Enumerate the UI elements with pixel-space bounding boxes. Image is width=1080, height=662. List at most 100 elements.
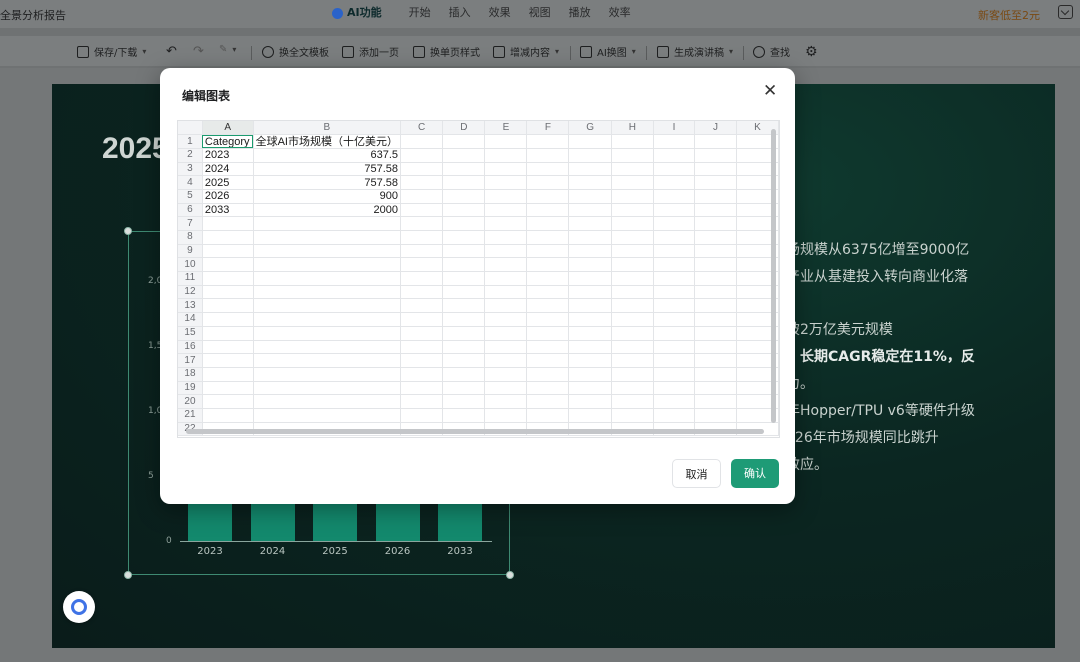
- sheet-cell[interactable]: [253, 230, 402, 245]
- row-header[interactable]: 1: [178, 134, 203, 149]
- sheet-cell[interactable]: [484, 230, 528, 245]
- sheet-cell[interactable]: [484, 340, 528, 355]
- sheet-cell[interactable]: [484, 162, 528, 177]
- sheet-cell[interactable]: [568, 367, 612, 382]
- sheet-cell[interactable]: [568, 326, 612, 341]
- sheet-cell[interactable]: [611, 148, 654, 163]
- sheet-cell[interactable]: [442, 394, 486, 409]
- sheet-cell[interactable]: [568, 381, 612, 396]
- sheet-cell[interactable]: [653, 367, 696, 382]
- sheet-cell[interactable]: [484, 271, 528, 286]
- sheet-cell[interactable]: [400, 408, 444, 423]
- row-header[interactable]: 15: [178, 326, 203, 341]
- sheet-cell[interactable]: [694, 394, 737, 409]
- sheet-cell[interactable]: [484, 408, 528, 423]
- sheet-cell[interactable]: [568, 230, 612, 245]
- sheet-cell[interactable]: [526, 326, 570, 341]
- sheet-cell[interactable]: [611, 285, 654, 300]
- sheet-cell[interactable]: [694, 353, 737, 368]
- column-header[interactable]: I: [653, 121, 696, 136]
- generate-speech-button[interactable]: 生成演讲稿 ▾: [657, 44, 733, 59]
- row-header[interactable]: 20: [178, 394, 203, 409]
- sheet-cell[interactable]: [526, 271, 570, 286]
- sheet-cell[interactable]: [611, 216, 654, 231]
- sheet-cell[interactable]: [611, 312, 654, 327]
- row-header[interactable]: 5: [178, 189, 203, 204]
- sheet-cell[interactable]: [653, 216, 696, 231]
- sheet-cell[interactable]: [202, 312, 254, 327]
- sheet-cell[interactable]: [442, 353, 486, 368]
- sheet-cell[interactable]: [568, 148, 612, 163]
- sheet-cell[interactable]: [526, 340, 570, 355]
- sheet-cell[interactable]: [568, 175, 612, 190]
- sheet-cell[interactable]: [526, 203, 570, 218]
- row-header[interactable]: 21: [178, 408, 203, 423]
- resize-handle[interactable]: [124, 227, 132, 235]
- sheet-cell[interactable]: [400, 230, 444, 245]
- sheet-cell[interactable]: [484, 189, 528, 204]
- sheet-cell[interactable]: [442, 257, 486, 273]
- sheet-cell[interactable]: [253, 381, 402, 396]
- sheet-corner[interactable]: [178, 121, 203, 136]
- sheet-cell[interactable]: 2026: [202, 189, 254, 204]
- sheet-cell[interactable]: [253, 353, 402, 368]
- sheet-cell[interactable]: [653, 271, 696, 286]
- sheet-cell[interactable]: [253, 244, 402, 259]
- assistant-floating-button[interactable]: [63, 591, 95, 623]
- sheet-cell[interactable]: [442, 189, 486, 204]
- sheet-cell[interactable]: [442, 312, 486, 327]
- menu-efficiency[interactable]: 效率: [600, 5, 640, 21]
- menu-view[interactable]: 视图: [520, 5, 560, 21]
- sheet-cell[interactable]: [694, 134, 737, 149]
- sheet-cell[interactable]: [694, 257, 737, 273]
- sheet-cell[interactable]: [526, 298, 570, 314]
- sheet-cell[interactable]: [253, 216, 402, 231]
- sheet-cell[interactable]: [484, 216, 528, 231]
- sheet-cell[interactable]: [694, 230, 737, 245]
- sheet-cell[interactable]: [484, 148, 528, 163]
- sheet-cell[interactable]: [253, 271, 402, 286]
- ai-change-image-button[interactable]: AI换图 ▾: [580, 44, 636, 59]
- close-icon[interactable]: ✕: [763, 83, 777, 100]
- sheet-cell[interactable]: [611, 230, 654, 245]
- row-header[interactable]: 6: [178, 203, 203, 218]
- column-header[interactable]: C: [400, 121, 444, 136]
- sheet-cell[interactable]: [253, 394, 402, 409]
- sheet-cell[interactable]: [442, 367, 486, 382]
- slide-title[interactable]: 2025: [102, 132, 169, 166]
- column-header[interactable]: J: [694, 121, 737, 136]
- menu-effects[interactable]: 效果: [480, 5, 520, 21]
- sheet-cell[interactable]: [653, 326, 696, 341]
- sheet-cell[interactable]: [694, 162, 737, 177]
- sheet-cell[interactable]: [400, 285, 444, 300]
- sheet-cell[interactable]: [202, 408, 254, 423]
- sheet-cell[interactable]: [526, 381, 570, 396]
- row-header[interactable]: 14: [178, 312, 203, 327]
- sheet-cell[interactable]: [653, 340, 696, 355]
- sheet-cell[interactable]: [653, 134, 696, 149]
- sheet-cell[interactable]: [526, 162, 570, 177]
- sheet-cell[interactable]: [400, 353, 444, 368]
- sheet-cell[interactable]: 757.58: [253, 162, 402, 177]
- sheet-cell[interactable]: [400, 162, 444, 177]
- vertical-scrollbar[interactable]: [771, 129, 776, 423]
- sheet-cell[interactable]: [568, 353, 612, 368]
- spreadsheet[interactable]: ABCDEFGHIJK 1 Category 全球AI市场规模（十亿美元） 2 2023…: [177, 120, 780, 438]
- row-header[interactable]: 18: [178, 367, 203, 382]
- sheet-cell[interactable]: [202, 381, 254, 396]
- sheet-cell[interactable]: [526, 134, 570, 149]
- sheet-cell[interactable]: [484, 367, 528, 382]
- sheet-cell[interactable]: 757.58: [253, 175, 402, 190]
- sheet-cell[interactable]: [400, 394, 444, 409]
- sheet-cell[interactable]: [484, 203, 528, 218]
- sheet-cell[interactable]: [442, 216, 486, 231]
- sheet-cell[interactable]: [526, 244, 570, 259]
- sheet-cell[interactable]: [526, 408, 570, 423]
- sheet-cell[interactable]: [400, 244, 444, 259]
- sheet-cell[interactable]: [526, 353, 570, 368]
- find-button[interactable]: 查找: [753, 44, 790, 59]
- sheet-cell[interactable]: [400, 326, 444, 341]
- sheet-cell[interactable]: 2024: [202, 162, 254, 177]
- row-header[interactable]: 4: [178, 175, 203, 190]
- save-button[interactable]: 保存/下载 ▾: [77, 44, 146, 59]
